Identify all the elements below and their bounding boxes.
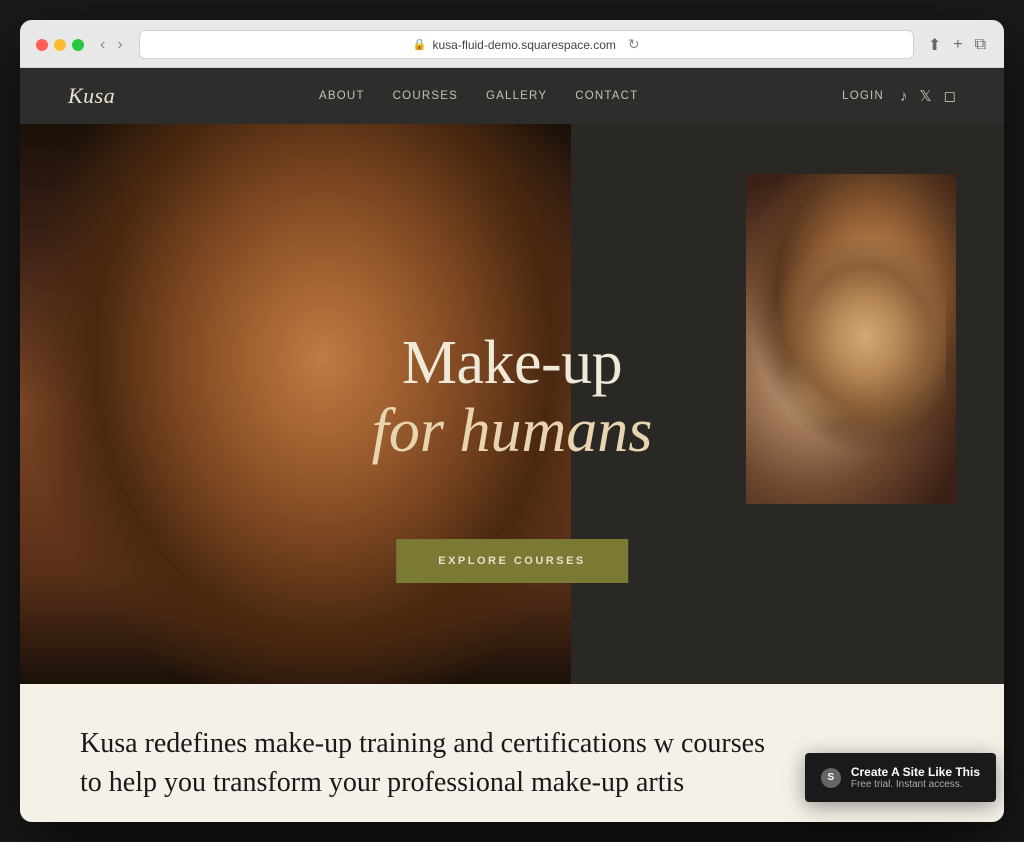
back-button[interactable]: ‹ — [96, 35, 109, 55]
forward-button[interactable]: › — [113, 35, 126, 55]
traffic-lights — [36, 39, 84, 51]
twitter-icon[interactable]: 𝕏 — [919, 87, 931, 105]
browser-actions: ⬆ + ⧉ — [926, 33, 988, 57]
below-hero-text: Kusa redefines make-up training and cert… — [80, 724, 780, 802]
minimize-button[interactable] — [54, 39, 66, 51]
hero-title-line2: for humans — [372, 397, 653, 465]
website: Kusa ABOUT COURSES GALLERY CONTACT LOGIN… — [20, 68, 1004, 822]
site-logo[interactable]: Kusa — [68, 83, 115, 109]
header-right: LOGIN ♪ 𝕏 ◻ — [842, 87, 956, 105]
secondary-face — [767, 240, 946, 455]
badge-text: Create A Site Like This Free trial. Inst… — [851, 765, 980, 790]
secondary-image-person — [746, 174, 956, 504]
social-icons: ♪ 𝕏 ◻ — [900, 87, 956, 105]
nav-contact[interactable]: CONTACT — [575, 90, 638, 102]
nav-gallery[interactable]: GALLERY — [486, 90, 547, 102]
explore-courses-button[interactable]: EXPLORE COURSES — [396, 539, 628, 583]
site-header: Kusa ABOUT COURSES GALLERY CONTACT LOGIN… — [20, 68, 1004, 124]
hero-secondary-image — [746, 174, 956, 504]
new-tab-button[interactable]: + — [951, 33, 964, 57]
hero-text: Make-up for humans — [372, 329, 653, 465]
badge-title: Create A Site Like This — [851, 765, 980, 779]
instagram-icon[interactable]: ◻ — [944, 87, 956, 105]
hero-title-line1: Make-up — [372, 329, 653, 397]
squarespace-logo-icon: S — [821, 768, 841, 788]
nav-arrows: ‹ › — [96, 35, 127, 55]
close-button[interactable] — [36, 39, 48, 51]
address-bar[interactable]: 🔒 kusa-fluid-demo.squarespace.com ↻ — [139, 30, 914, 59]
tiktok-icon[interactable]: ♪ — [900, 88, 908, 105]
cta-container: EXPLORE COURSES — [396, 539, 628, 583]
lock-icon: 🔒 — [413, 38, 427, 51]
squarespace-badge[interactable]: S Create A Site Like This Free trial. In… — [805, 753, 996, 802]
site-nav: ABOUT COURSES GALLERY CONTACT — [319, 90, 638, 102]
tabs-button[interactable]: ⧉ — [973, 33, 988, 57]
reload-button[interactable]: ↻ — [628, 36, 640, 53]
hero-section: Make-up for humans EXPLORE COURSES — [20, 124, 1004, 684]
fullscreen-button[interactable] — [72, 39, 84, 51]
url-text: kusa-fluid-demo.squarespace.com — [433, 38, 616, 52]
nav-about[interactable]: ABOUT — [319, 90, 365, 102]
browser-chrome: ‹ › 🔒 kusa-fluid-demo.squarespace.com ↻ … — [20, 20, 1004, 68]
nav-courses[interactable]: COURSES — [393, 90, 458, 102]
badge-subtitle: Free trial. Instant access. — [851, 779, 980, 790]
browser-window: ‹ › 🔒 kusa-fluid-demo.squarespace.com ↻ … — [20, 20, 1004, 822]
share-button[interactable]: ⬆ — [926, 33, 943, 57]
login-link[interactable]: LOGIN — [842, 90, 884, 102]
